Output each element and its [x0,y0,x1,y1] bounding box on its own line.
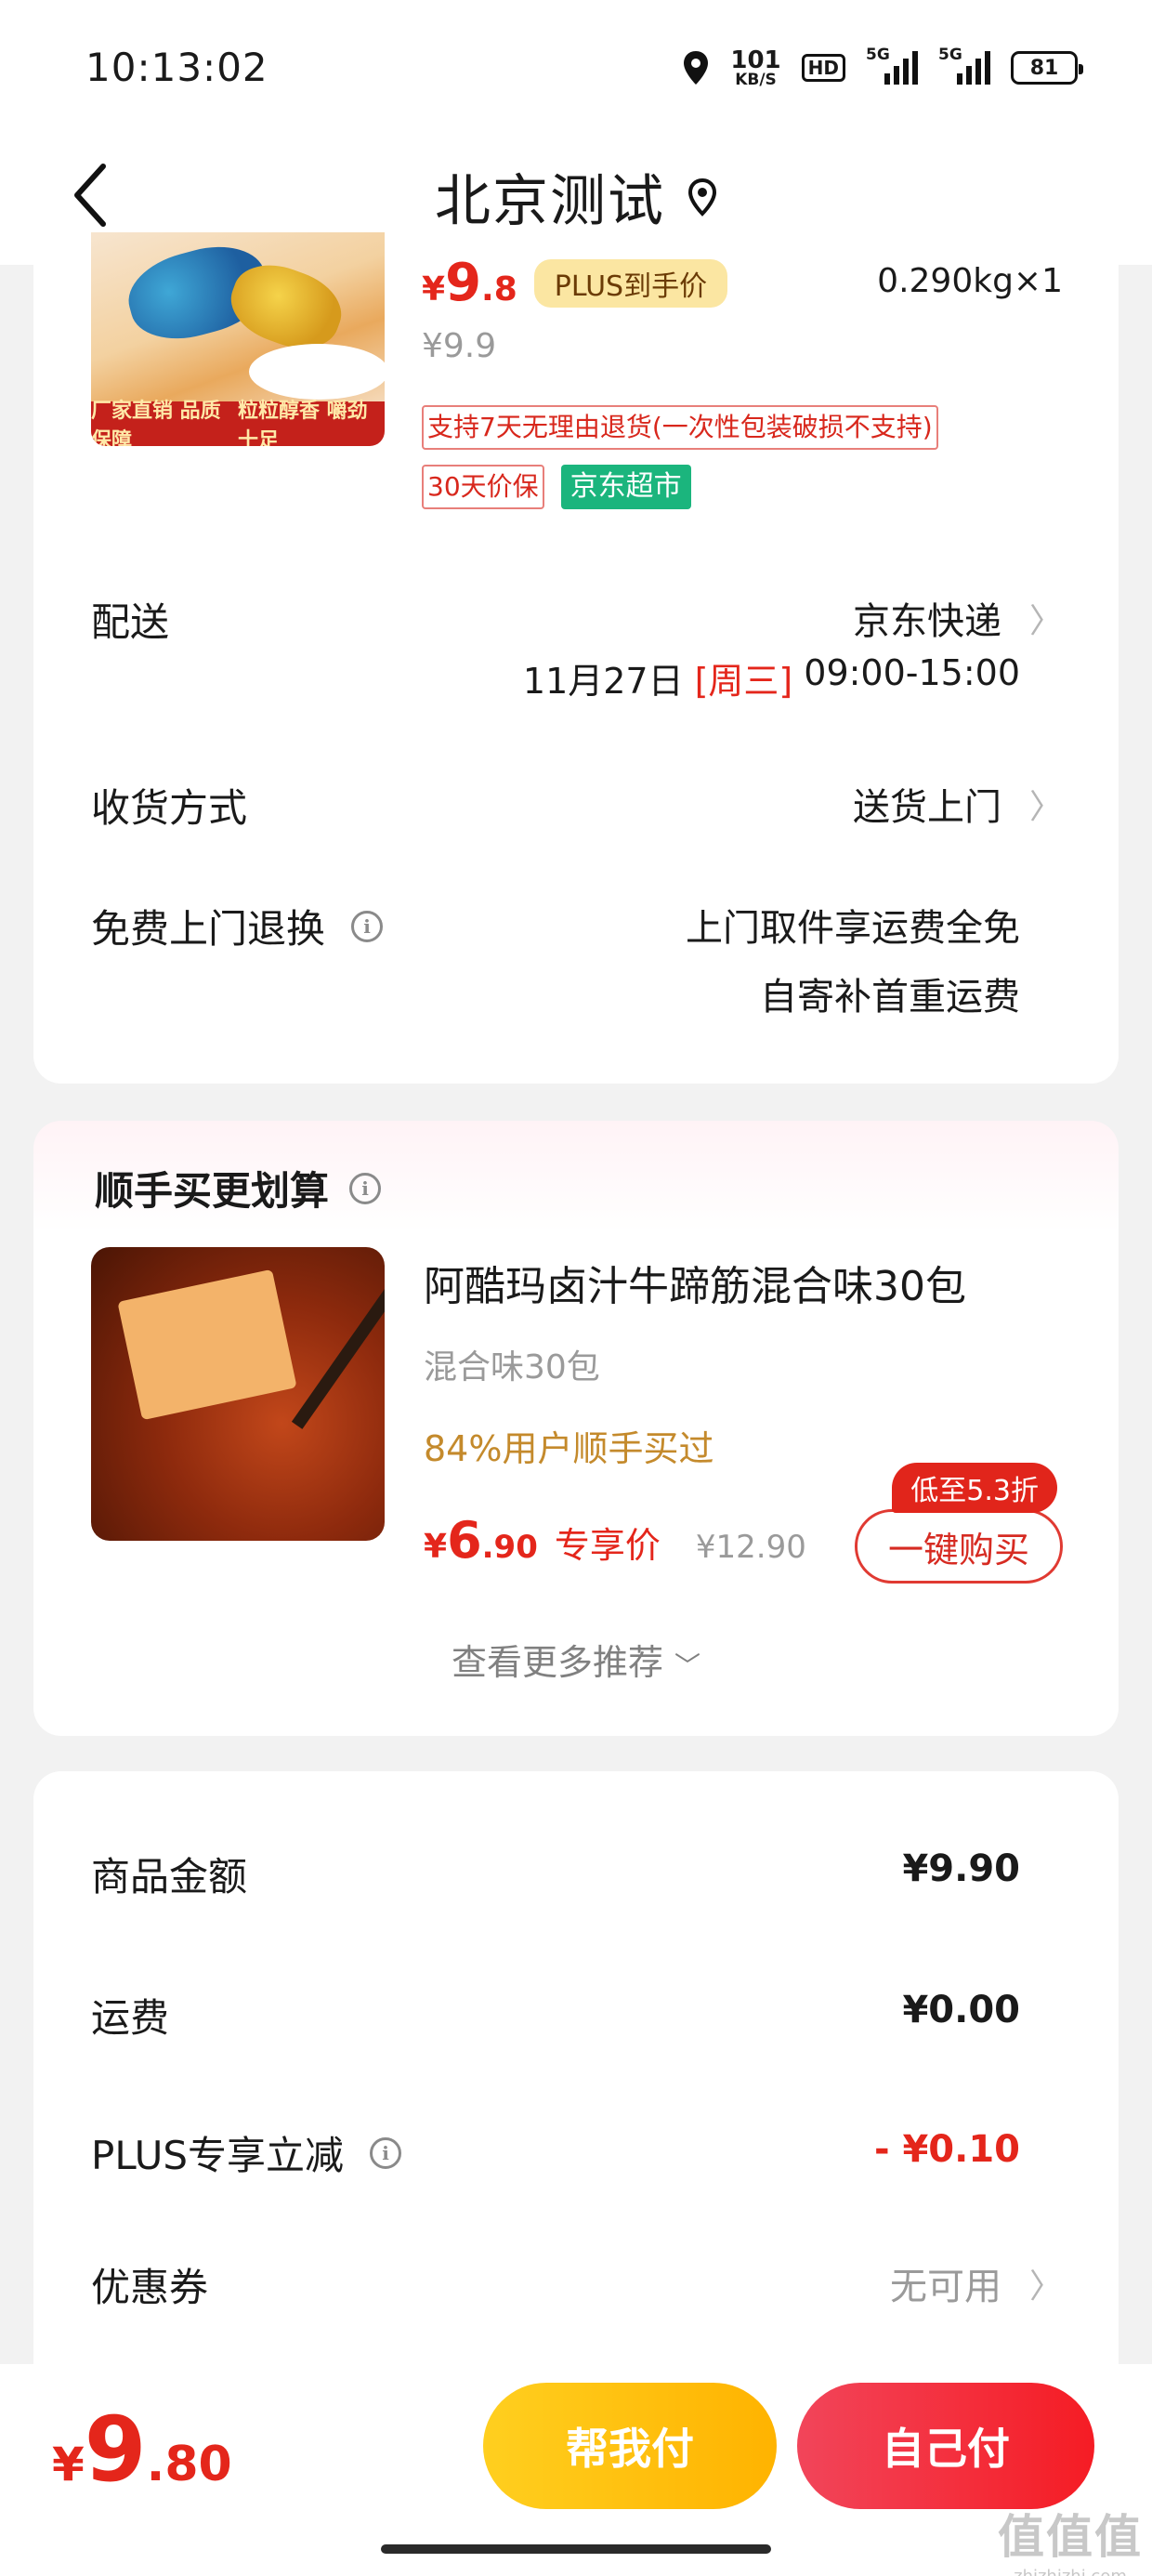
delivery-weekday: [周三] [694,661,793,702]
product-image[interactable]: 厂家直销 品质保障 粒粒醇香 嚼劲十足 [91,232,385,446]
one-click-buy-button[interactable]: 一键购买 [855,1509,1063,1584]
plus-discount-label: PLUS专享立减 [91,2133,345,2178]
chevron-right-icon: 〉 [1028,602,1063,640]
delivery-carrier: 京东快递 [852,600,1001,643]
product-image-band: 厂家直销 品质保障 粒粒醇香 嚼劲十足 [91,400,385,446]
status-icons: 101 KB/S HD 5G 5G 81 [682,43,1083,93]
info-icon[interactable]: i [349,1172,382,1204]
see-more-link[interactable]: 查看更多推荐 ﹀ [33,1634,1119,1685]
delivery-carrier-row[interactable]: 京东快递 〉 [853,591,1063,645]
recommend-product-name[interactable]: 阿酷玛卤汁牛蹄筋混合味30包 [424,1253,966,1312]
coupon-row[interactable]: 无可用 〉 [890,2256,1063,2310]
recommend-price-row: ¥6.90 专享价 ¥12.90 [424,1511,806,1570]
price-row: ¥9.8 PLUS到手价 [422,253,728,313]
image-band-right: 粒粒醇香 嚼劲十足 [238,400,368,446]
return-policy-tag: 支持7天无理由退货(一次性包装破损不支持) [422,405,938,450]
self-pay-button[interactable]: 自己付 [797,2383,1094,2509]
free-return-line2: 自寄补首重运费 [760,976,1020,1019]
watermark: 值值值 zhizhizhi.com [998,2500,1143,2576]
shipping-label: 运费 [91,1995,170,2041]
info-icon[interactable]: i [370,2136,402,2169]
delivery-label: 配送 [91,599,170,645]
delivery-time[interactable]: 11月27日 [周三] 09:00-15:00 [523,652,1020,703]
signal-2-label: 5G [938,46,962,64]
chevron-right-icon: 〉 [1028,788,1063,826]
shipping-value: ¥0.00 [902,1989,1020,2031]
weight-qty: 0.290kg×1 [877,262,1063,300]
receive-method-value: 送货上门 [852,786,1001,829]
help-pay-button[interactable]: 帮我付 [483,2383,777,2509]
recommend-spec: 混合味30包 [424,1348,600,1387]
signal-icon-1: 5G [866,46,918,85]
network-speed: 101 KB/S [730,48,780,88]
chevron-right-icon: 〉 [1028,2267,1063,2306]
service-tags: 30天价保 京东超市 [422,465,691,509]
hd-icon: HD [801,54,845,82]
chevron-down-icon: ﹀ [674,1650,701,1681]
exclusive-price-label: 专享价 [554,1525,661,1566]
original-price: ¥9.9 [422,327,497,365]
store-tag: 京东超市 [560,465,691,509]
home-indicator[interactable] [381,2544,771,2554]
page-title: 北京测试 [435,169,665,234]
status-time: 10:13:02 [85,45,268,90]
speed-unit: KB/S [735,70,777,89]
recommend-orig-price: ¥12.90 [695,1529,806,1566]
plus-price-tag: PLUS到手价 [533,258,728,308]
watermark-url: zhizhizhi.com [998,2567,1143,2576]
recommend-header: 顺手买更划算 i [95,1160,382,1216]
order-product-card: 厂家直销 品质保障 粒粒醇香 嚼劲十足 ¥9.8 PLUS到手价 0.290kg… [33,232,1119,1084]
product-price: ¥9.8 [422,253,517,313]
free-return-line1: 上门取件享运费全免 [686,907,1020,950]
delivery-date: 11月27日 [522,661,684,702]
location-pin-icon [687,177,717,217]
see-more-label: 查看更多推荐 [451,1642,663,1683]
checkout-page: 10:13:02 101 KB/S HD 5G 5G 81 北京测试 厂家直销 … [0,0,1152,2576]
receive-method-label: 收货方式 [91,785,248,831]
image-band-left: 厂家直销 品质保障 [91,400,221,446]
info-icon[interactable]: i [351,910,384,942]
discount-badge: 低至5.3折 [892,1463,1057,1513]
recommend-buy-rate: 84%用户顺手买过 [424,1428,714,1469]
nav-title-container[interactable]: 北京测试 [0,156,1152,237]
goods-amount-value: ¥9.90 [902,1847,1020,1890]
signal-icon-2: 5G [938,46,990,85]
price-protect-tag: 30天价保 [422,465,544,509]
free-return-row: 免费上门退换 i [91,898,384,954]
delivery-time-range: 09:00-15:00 [804,652,1020,693]
plus-discount-row: PLUS专享立减 i [91,2124,402,2181]
recommend-product-image[interactable] [91,1247,385,1541]
battery-level: 81 [1029,56,1059,80]
status-bar: 10:13:02 101 KB/S HD 5G 5G 81 [0,0,1152,130]
coupon-value: 无可用 [889,2266,1001,2308]
plus-discount-value: - ¥0.10 [873,2128,1020,2171]
speed-value: 101 [730,46,781,74]
recommend-title: 顺手买更划算 [95,1168,330,1214]
recommend-card: 顺手买更划算 i 阿酷玛卤汁牛蹄筋混合味30包 混合味30包 84%用户顺手买过… [33,1121,1119,1736]
free-return-label: 免费上门退换 [91,906,326,952]
location-status-icon [684,51,709,85]
battery-icon: 81 [1011,51,1083,85]
total-price: ¥9.80 [52,2398,232,2502]
coupon-label: 优惠券 [91,2265,209,2310]
goods-amount-label: 商品金额 [91,1854,248,1899]
watermark-logo: 值值值 [998,2510,1143,2564]
recommend-price: ¥6.90 [424,1511,538,1570]
receive-method-row[interactable]: 送货上门 〉 [853,777,1063,831]
signal-1-label: 5G [866,46,890,64]
price-summary-card: 商品金额 ¥9.90 运费 ¥0.00 PLUS专享立减 i - ¥0.10 优… [33,1771,1119,2422]
